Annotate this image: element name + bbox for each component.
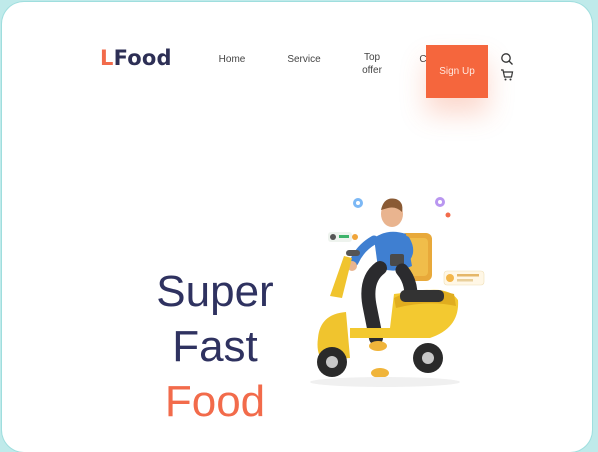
signup-button[interactable]: Sign Up — [426, 45, 488, 98]
hero-heading: Super Fast Food — [130, 264, 300, 429]
page-frame: LFood Home Service Top offer C Sign Up S… — [2, 2, 592, 452]
nav-service[interactable]: Service — [282, 53, 326, 66]
search-icon[interactable] — [500, 52, 514, 66]
nav-home[interactable]: Home — [212, 53, 252, 66]
hero-line-super: Super — [156, 267, 274, 316]
brand-logo-text: Food — [113, 46, 172, 70]
nav-top-offer[interactable]: Top offer — [354, 51, 390, 77]
delivery-scooter-illustration — [310, 197, 485, 387]
cart-icon[interactable] — [500, 68, 514, 82]
header-icons — [500, 52, 516, 84]
hero-line-food: Food — [164, 377, 266, 426]
brand-logo[interactable]: LFood — [100, 46, 172, 70]
brand-logo-initial: L — [100, 46, 114, 70]
hero-line-fast: Fast — [172, 322, 258, 371]
